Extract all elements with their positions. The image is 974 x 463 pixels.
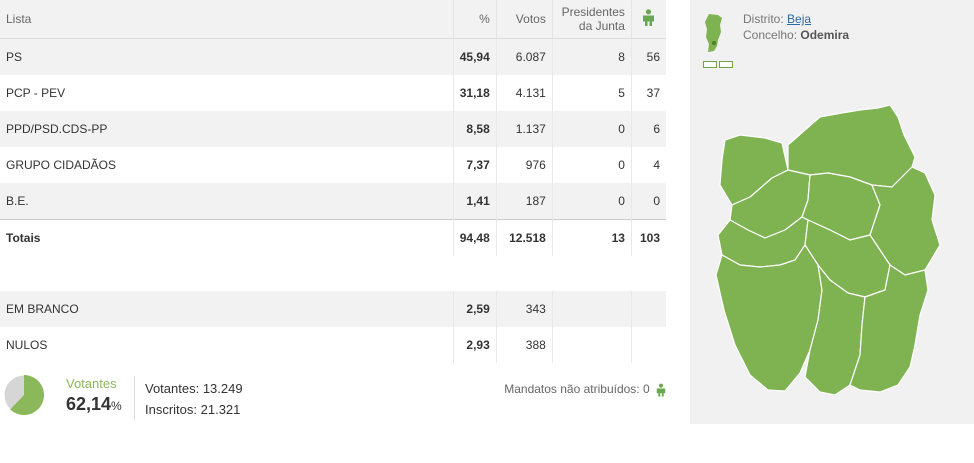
row-presidents: 0 (552, 147, 632, 183)
person-icon (656, 383, 666, 397)
row-presidents: 0 (552, 183, 632, 220)
row-percent: 1,41 (453, 183, 497, 220)
row-list: B.E. (0, 183, 454, 220)
divider (134, 376, 135, 420)
turnout-summary: Votantes 62,14% Votantes: 13.249 Inscrit… (0, 372, 666, 422)
blank-votes: 343 (496, 291, 553, 327)
totals-label: Totais (0, 219, 454, 256)
municipality-map[interactable] (710, 105, 950, 395)
turnout-value: 62,14 (66, 394, 112, 414)
spacer-row (0, 256, 666, 291)
null-votes-row: NULOS 2,93 388 (0, 327, 666, 363)
row-percent: 8,58 (453, 111, 497, 147)
header-percent[interactable]: % (453, 0, 497, 39)
totals-row: Totais 94,48 12.518 13 103 (0, 219, 666, 256)
totals-presidents: 13 (552, 219, 632, 256)
totals-votes: 12.518 (496, 219, 553, 256)
turnout-percent: 62,14% (66, 394, 122, 415)
district-line: Distrito: Beja (743, 11, 849, 27)
row-votes: 1.137 (496, 111, 553, 147)
null-votes: 388 (496, 327, 553, 363)
table-row[interactable]: PS 45,94 6.087 8 56 (0, 38, 666, 75)
blank-label: EM BRANCO (0, 291, 454, 327)
null-percent: 2,93 (453, 327, 497, 363)
table-row[interactable]: GRUPO CIDADÃOS 7,37 976 0 4 (0, 147, 666, 183)
header-votes[interactable]: Votos (496, 0, 553, 39)
row-list: PS (0, 38, 454, 75)
blank-votes-row: EM BRANCO 2,59 343 (0, 291, 666, 327)
portugal-minimap-icon[interactable] (703, 13, 725, 53)
results-panel: Lista % Votos Presidentes da Junta PS 45… (0, 0, 666, 363)
municipality-name: Odemira (800, 28, 850, 42)
results-table: Lista % Votos Presidentes da Junta PS 45… (0, 0, 666, 363)
voters-count: Votantes: 13.249 (145, 381, 243, 396)
row-presidents: 5 (552, 75, 632, 111)
location-panel: Distrito: Beja Concelho: Odemira (690, 0, 974, 424)
municipality-line: Concelho: Odemira (743, 27, 849, 43)
header-presidents[interactable]: Presidentes da Junta (552, 0, 632, 39)
row-votes: 976 (496, 147, 553, 183)
row-mandates: 4 (653, 158, 660, 172)
location-info: Distrito: Beja Concelho: Odemira (743, 11, 849, 43)
turnout-label: Votantes (66, 376, 117, 391)
minimap-button[interactable] (719, 61, 733, 68)
minimap-button[interactable] (703, 61, 717, 68)
row-mandates: 56 (631, 38, 666, 75)
table-row[interactable]: B.E. 1,41 187 0 0 (0, 183, 666, 220)
row-percent: 7,37 (453, 147, 497, 183)
row-percent: 31,18 (453, 75, 497, 111)
row-mandates: 6 (631, 111, 666, 147)
unassigned-mandates: Mandatos não atribuídos: 0 (504, 382, 666, 397)
row-list: PPD/PSD.CDS-PP (0, 111, 454, 147)
registered-count: Inscritos: 21.321 (145, 402, 241, 417)
row-mandates: 0 (631, 183, 666, 220)
totals-mandates: 103 (631, 219, 666, 256)
minimap-controls (703, 55, 735, 73)
person-icon (643, 9, 655, 26)
table-row[interactable]: PCP - PEV 31,18 4.131 5 37 (0, 75, 666, 111)
row-votes: 187 (496, 183, 553, 220)
table-header-row: Lista % Votos Presidentes da Junta (0, 0, 666, 39)
turnout-unit: % (111, 399, 122, 413)
table-row[interactable]: PPD/PSD.CDS-PP 8,58 1.137 0 6 (0, 111, 666, 147)
municipality-label: Concelho: (743, 28, 798, 42)
row-list: PCP - PEV (0, 75, 454, 111)
row-votes: 6.087 (496, 38, 553, 75)
unassigned-mandates-text: Mandatos não atribuídos: 0 (504, 382, 650, 396)
district-label: Distrito: (743, 12, 784, 26)
null-label: NULOS (0, 327, 454, 363)
vote-counts: Votantes: 13.249 Inscritos: 21.321 (145, 378, 243, 420)
row-presidents: 8 (552, 38, 632, 75)
row-percent: 45,94 (453, 38, 497, 75)
row-list: GRUPO CIDADÃOS (0, 147, 454, 183)
totals-percent: 94,48 (453, 219, 497, 256)
turnout-pie (3, 374, 45, 416)
blank-percent: 2,59 (453, 291, 497, 327)
header-list[interactable]: Lista (0, 0, 454, 39)
header-mandates[interactable] (631, 0, 666, 39)
district-link[interactable]: Beja (787, 12, 811, 26)
row-mandates: 37 (646, 86, 660, 100)
row-votes: 4.131 (496, 75, 553, 111)
row-presidents: 0 (552, 111, 632, 147)
